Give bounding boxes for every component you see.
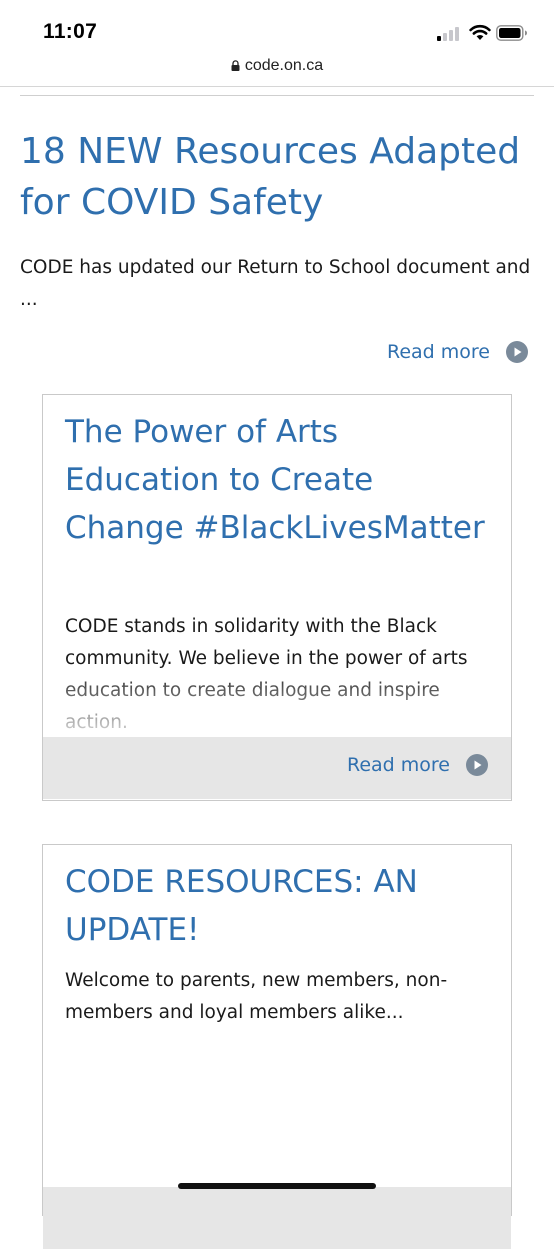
article-card-footer: Read more [43,737,511,799]
play-circle-icon [506,341,528,363]
article-card: CODE RESOURCES: AN UPDATE! Welcome to pa… [42,844,512,1249]
cellular-signal-icon [437,27,463,41]
status-bar: 11:07 [0,0,554,60]
wifi-icon [469,24,491,40]
read-more-link[interactable]: Read more [387,341,528,363]
article-card-title[interactable]: CODE RESOURCES: AN UPDATE! [65,858,495,954]
read-more-link[interactable]: Read more [347,754,488,776]
status-time: 11:07 [43,20,98,43]
article-excerpt: CODE has updated our Return to School do… [20,257,531,310]
url-text: code.on.ca [244,56,324,74]
lock-icon [231,60,240,71]
address-bar[interactable]: code.on.ca [0,56,554,82]
read-more-label: Read more [387,341,490,363]
home-indicator[interactable] [178,1183,376,1189]
battery-icon [496,25,527,41]
article-card-excerpt: Welcome to parents, new members, non-mem… [65,970,448,1023]
play-circle-icon [466,754,488,776]
article-card-footer [43,1187,511,1249]
article-card-excerpt-clip: CODE stands in solidarity with the Black… [43,611,511,737]
content-divider [20,95,534,96]
read-more-label: Read more [347,754,450,776]
excerpt-fade [43,667,511,737]
article-card-title[interactable]: The Power of Arts Education to Create Ch… [65,408,495,552]
toolbar-divider [0,86,554,87]
article-card: The Power of Arts Education to Create Ch… [42,394,512,801]
article-title[interactable]: 18 NEW Resources Adapted for COVID Safet… [20,126,540,228]
